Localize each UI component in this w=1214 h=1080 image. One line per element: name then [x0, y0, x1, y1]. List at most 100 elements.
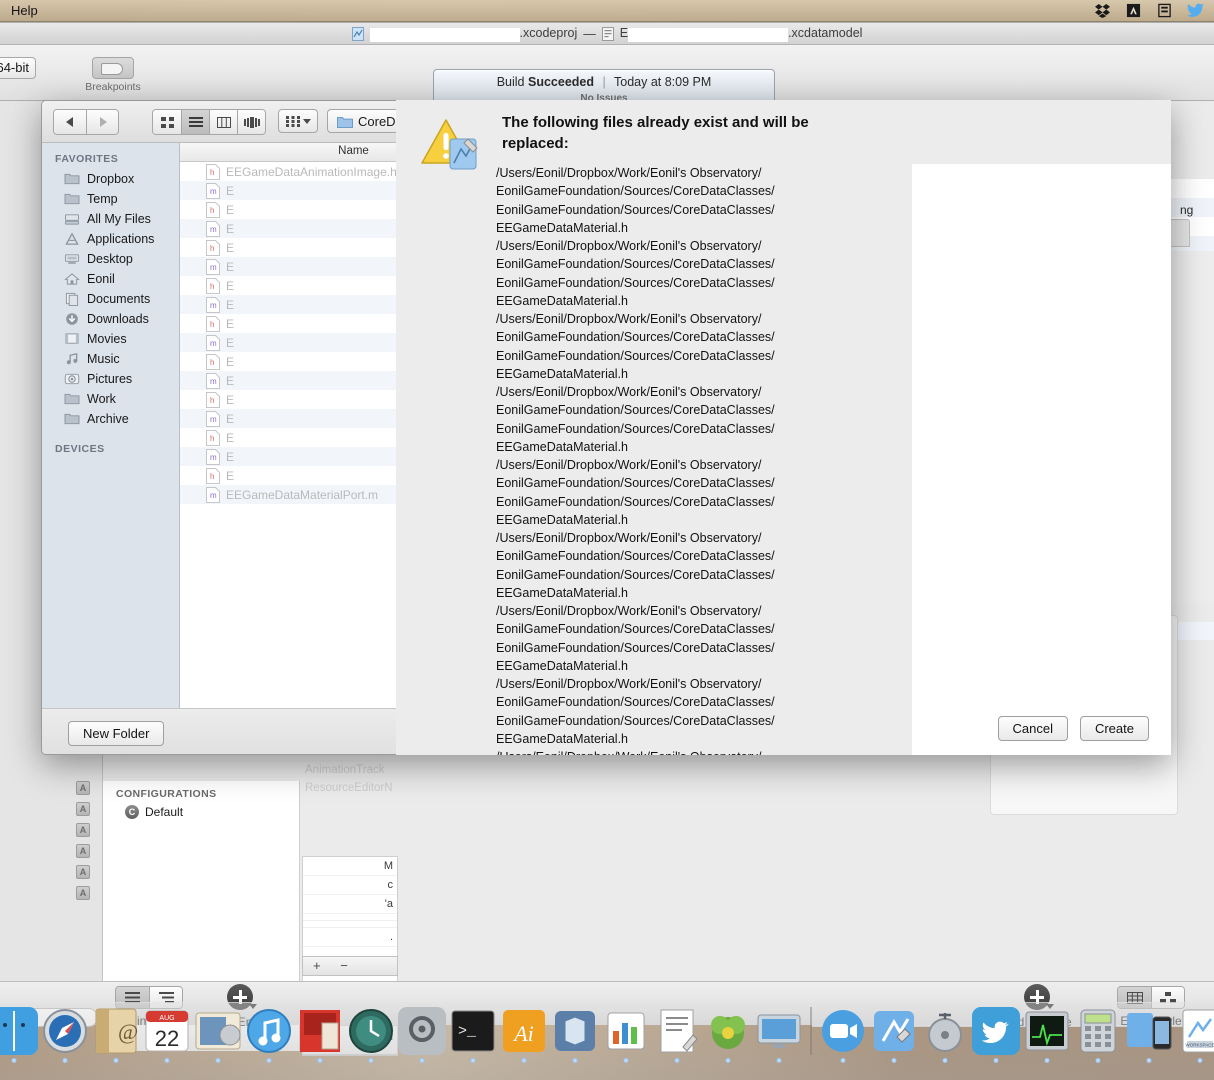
dock-item-pine[interactable] — [704, 1007, 752, 1063]
dock-separator — [810, 1007, 812, 1055]
sheet-sidebar: FAVORITES Dropbox Temp All My Files Applica… — [42, 143, 180, 708]
sidebar-item-temp[interactable]: Temp — [42, 189, 179, 209]
attribute-row[interactable]: c — [303, 876, 397, 895]
terminal-icon: >_ — [451, 1010, 495, 1052]
menu-bar-status-items — [1094, 3, 1214, 18]
sidebar-item-dropbox[interactable]: Dropbox — [42, 169, 179, 189]
dock-item-itunes[interactable] — [245, 1007, 293, 1063]
sidebar-item-pictures[interactable]: Pictures — [42, 369, 179, 389]
warning-path-line: EonilGameFoundation/Sources/CoreDataClas… — [496, 640, 775, 655]
svg-text:m: m — [210, 339, 217, 348]
dock-item-calendar[interactable]: AUG 22 — [143, 1007, 191, 1063]
back-forward-segments[interactable] — [53, 109, 119, 135]
dock-item-remote-desktop[interactable] — [755, 1007, 803, 1063]
dock-item-calculator[interactable] — [1074, 1007, 1122, 1063]
warning-path-line: EonilGameFoundation/Sources/CoreDataClas… — [496, 494, 775, 509]
sidebar-item-downloads[interactable]: Downloads — [42, 309, 179, 329]
create-button[interactable]: Create — [1079, 716, 1149, 741]
system-preferences-icon — [398, 1007, 446, 1055]
attribute-row[interactable] — [303, 921, 397, 928]
sidebar-item-music[interactable]: Music — [42, 349, 179, 369]
cancel-button[interactable]: Cancel — [997, 716, 1068, 741]
calendar-icon: AUG 22 — [145, 1010, 189, 1052]
attribute-row[interactable]: M — [303, 857, 397, 876]
dock-item-twitter[interactable] — [972, 1007, 1020, 1063]
running-indicator — [470, 1058, 476, 1063]
dock-item-illustrator[interactable]: Ai — [500, 1007, 548, 1063]
devices-header: DEVICES — [55, 443, 105, 455]
running-indicator — [993, 1058, 999, 1063]
forward-button[interactable] — [86, 110, 118, 134]
entity-list-item[interactable]: AnimationTrack — [300, 761, 395, 779]
sidebar-item-documents[interactable]: Documents — [42, 289, 179, 309]
dock-item-iphone-simulator[interactable] — [1125, 1007, 1173, 1063]
breakpoints-button[interactable] — [92, 57, 134, 79]
build-separator: | — [602, 75, 606, 89]
configuration-row-default[interactable]: C Default — [103, 800, 299, 819]
sidebar-item-archive[interactable]: Archive — [42, 409, 179, 429]
sidebar-item-applications[interactable]: Applications — [42, 229, 179, 249]
sidebar-item-desktop[interactable]: Desktop — [42, 249, 179, 269]
list-view-button[interactable] — [181, 110, 209, 134]
dock-item-numbers[interactable] — [602, 1007, 650, 1063]
view-mode-segments[interactable] — [152, 109, 266, 135]
warning-path-line: EonilGameFoundation/Sources/CoreDataClas… — [496, 695, 775, 710]
configuration-label: Default — [145, 805, 184, 819]
adobe-icon[interactable] — [1125, 3, 1142, 18]
entity-list-item[interactable]: ResourceEditorN — [300, 779, 395, 797]
sidebar-item-label: Movies — [87, 332, 127, 346]
dock-item-terminal[interactable]: >_ — [449, 1007, 497, 1063]
twitter-icon — [972, 1007, 1020, 1055]
configuration-badge-icon: C — [125, 805, 139, 819]
warning-path-line: EonilGameFoundation/Sources/CoreDataClas… — [496, 348, 775, 363]
dock-item-safari[interactable] — [41, 1007, 89, 1063]
menu-item-help[interactable]: Help — [0, 3, 49, 18]
iphoto-icon — [195, 1012, 241, 1050]
time-machine-icon — [349, 1009, 393, 1053]
attribute-row[interactable]: 'a — [303, 895, 397, 914]
column-view-button[interactable] — [209, 110, 237, 134]
sidebar-item-all-my-files[interactable]: All My Files — [42, 209, 179, 229]
arrange-by-button[interactable] — [278, 109, 318, 133]
dock-item-disk-utility[interactable] — [921, 1007, 969, 1063]
dock-item-pages[interactable] — [653, 1007, 701, 1063]
sidebar-item-eonil[interactable]: Eonil — [42, 269, 179, 289]
safari-icon — [43, 1009, 87, 1053]
dock-item-address-book[interactable]: @ — [92, 1007, 140, 1063]
dock-item-time-machine[interactable] — [347, 1007, 395, 1063]
chevron-down-icon — [302, 118, 311, 124]
warning-path-line: /Users/Eonil/Dropbox/Work/Eonil's Observ… — [496, 312, 762, 326]
attribute-badge-icon: A — [76, 802, 90, 816]
dock-item-facetime[interactable] — [819, 1007, 867, 1063]
new-folder-button[interactable]: New Folder — [68, 721, 165, 746]
xcode-title-bar[interactable]: xxxxxxxxxxxxxxxxxxxx.xcodeproj — Exxxxxx… — [0, 23, 1214, 45]
dock: @ AUG 22 >_ Ai WORKSPACE — [0, 1002, 1214, 1080]
attribute-row[interactable]: . — [303, 928, 397, 947]
dropbox-icon[interactable] — [1094, 3, 1111, 18]
sidebar-item-work[interactable]: Work — [42, 389, 179, 409]
dock-item-xcode[interactable] — [870, 1007, 918, 1063]
attribute-row[interactable] — [303, 914, 397, 921]
add-remove-attribute-bar[interactable]: + − — [302, 956, 398, 976]
twitter-icon[interactable] — [1187, 3, 1204, 18]
documents-icon — [65, 292, 79, 306]
dock-item-photo-booth[interactable] — [296, 1007, 344, 1063]
dock-item-workspace[interactable]: WORKSPACE — [1176, 1007, 1214, 1063]
dock-item-iphoto[interactable] — [194, 1007, 242, 1063]
title-separator: — — [583, 26, 596, 41]
back-button[interactable] — [54, 110, 86, 134]
sidebar-item-movies[interactable]: Movies — [42, 329, 179, 349]
icon-view-button[interactable] — [153, 110, 181, 134]
dock-item-virtualbox[interactable] — [551, 1007, 599, 1063]
dock-item-activity-monitor[interactable] — [1023, 1007, 1071, 1063]
attribute-badge-icon: A — [76, 823, 90, 837]
dock-item-finder[interactable] — [0, 1007, 38, 1063]
running-indicator — [113, 1058, 119, 1063]
warning-path-line: /Users/Eonil/Dropbox/Work/Eonil's Observ… — [496, 604, 762, 618]
pine-icon — [711, 1016, 745, 1049]
scheme-selector[interactable]: Mac 64-bit — [0, 57, 36, 79]
list-icon[interactable] — [1156, 3, 1173, 18]
file-h-icon: h — [206, 429, 220, 446]
dock-item-system-preferences[interactable] — [398, 1007, 446, 1063]
coverflow-view-button[interactable] — [237, 110, 265, 134]
